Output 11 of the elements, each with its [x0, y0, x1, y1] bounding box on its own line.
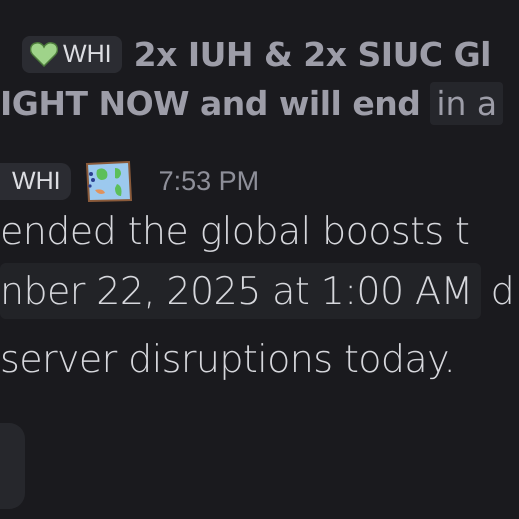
- message-text: ended the global boosts t: [0, 209, 470, 253]
- message-text: d: [490, 269, 514, 313]
- role-label: WHI: [63, 40, 112, 68]
- message-text: server disruptions today.: [0, 337, 456, 381]
- timestamp-chip: in a: [430, 82, 504, 124]
- timestamp-chip: nber 22, 2025 at 1:00 AM: [0, 263, 481, 319]
- role-label: WHI: [12, 166, 61, 196]
- message-time: 7:53 PM: [158, 166, 260, 196]
- message-text: IGHT NOW and will end: [0, 84, 420, 122]
- heart-icon: [30, 41, 58, 67]
- message-text: 2x IUH & 2x SIUC Gl: [134, 34, 491, 74]
